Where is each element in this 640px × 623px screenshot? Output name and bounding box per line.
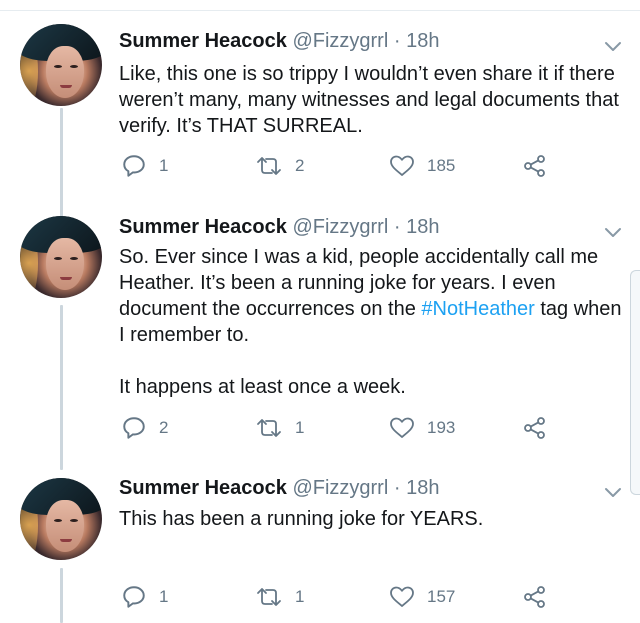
heart-icon [390,417,414,438]
share-button[interactable] [522,413,548,443]
separator: · [393,30,401,52]
chevron-down-icon[interactable] [603,40,623,54]
reply-icon [123,417,145,439]
tweet-text: This has been a running joke for YEARS. [119,506,629,532]
reply-count: 1 [159,156,169,175]
retweet-button[interactable]: 2 [255,151,304,181]
retweet-button[interactable]: 1 [255,413,304,443]
author-name[interactable]: Summer Heacock [119,216,287,238]
tweet-paragraph: So. Ever since I was a kid, people accid… [119,244,629,348]
reply-button[interactable]: 1 [121,582,168,612]
separator: · [393,216,401,238]
author-name[interactable]: Summer Heacock [119,30,287,52]
like-button[interactable]: 193 [389,413,455,443]
share-button[interactable] [522,582,548,612]
retweet-count: 1 [295,418,305,437]
retweet-icon [257,157,281,175]
scrollbar[interactable] [630,270,640,495]
action-bar: 2 1 193 [0,413,640,443]
tweet-paragraph: It happens at least once a week. [119,376,406,398]
avatar[interactable] [20,24,102,106]
timestamp[interactable]: 18h [406,477,439,499]
tweet-header: Summer Heacock @Fizzygrrl · 18h [119,477,439,505]
like-count: 185 [427,156,456,175]
reply-count: 1 [159,587,169,606]
chevron-down-icon[interactable] [603,486,623,500]
share-icon [524,417,545,439]
action-bar: 1 1 157 [0,582,640,612]
author-name[interactable]: Summer Heacock [119,477,287,499]
reply-button[interactable]: 2 [121,413,168,443]
timestamp[interactable]: 18h [406,30,439,52]
retweet-count: 1 [295,587,305,606]
hashtag-link[interactable]: #NotHeather [421,298,534,320]
top-divider [0,10,640,11]
tweet-paragraph: Like, this one is so trippy I wouldn’t e… [119,63,619,137]
reply-icon [123,586,145,608]
share-icon [524,586,545,608]
retweet-button[interactable]: 1 [255,582,304,612]
tweet-text: Like, this one is so trippy I wouldn’t e… [119,61,629,139]
like-button[interactable]: 157 [389,582,455,612]
tweet-header: Summer Heacock @Fizzygrrl · 18h [119,216,439,244]
tweet-header: Summer Heacock @Fizzygrrl · 18h [119,30,439,58]
author-handle[interactable]: @Fizzygrrl [292,477,388,499]
separator: · [393,477,401,499]
like-button[interactable]: 185 [389,151,455,181]
like-count: 157 [427,587,456,606]
author-handle[interactable]: @Fizzygrrl [292,216,388,238]
like-count: 193 [427,418,456,437]
avatar[interactable] [20,216,102,298]
reply-icon [123,155,145,177]
thread-line [60,305,63,470]
retweet-icon [257,419,281,437]
heart-icon [390,586,414,607]
reply-count: 2 [159,418,169,437]
heart-icon [390,155,414,176]
avatar[interactable] [20,478,102,560]
tweet-paragraph: This has been a running joke for YEARS. [119,508,484,530]
share-button[interactable] [522,151,548,181]
retweet-count: 2 [295,156,305,175]
share-icon [524,155,545,177]
retweet-icon [257,588,281,606]
chevron-down-icon[interactable] [603,226,623,240]
action-bar: 1 2 185 [0,151,640,181]
author-handle[interactable]: @Fizzygrrl [292,30,388,52]
reply-button[interactable]: 1 [121,151,168,181]
tweet-text: So. Ever since I was a kid, people accid… [119,244,629,400]
timestamp[interactable]: 18h [406,216,439,238]
